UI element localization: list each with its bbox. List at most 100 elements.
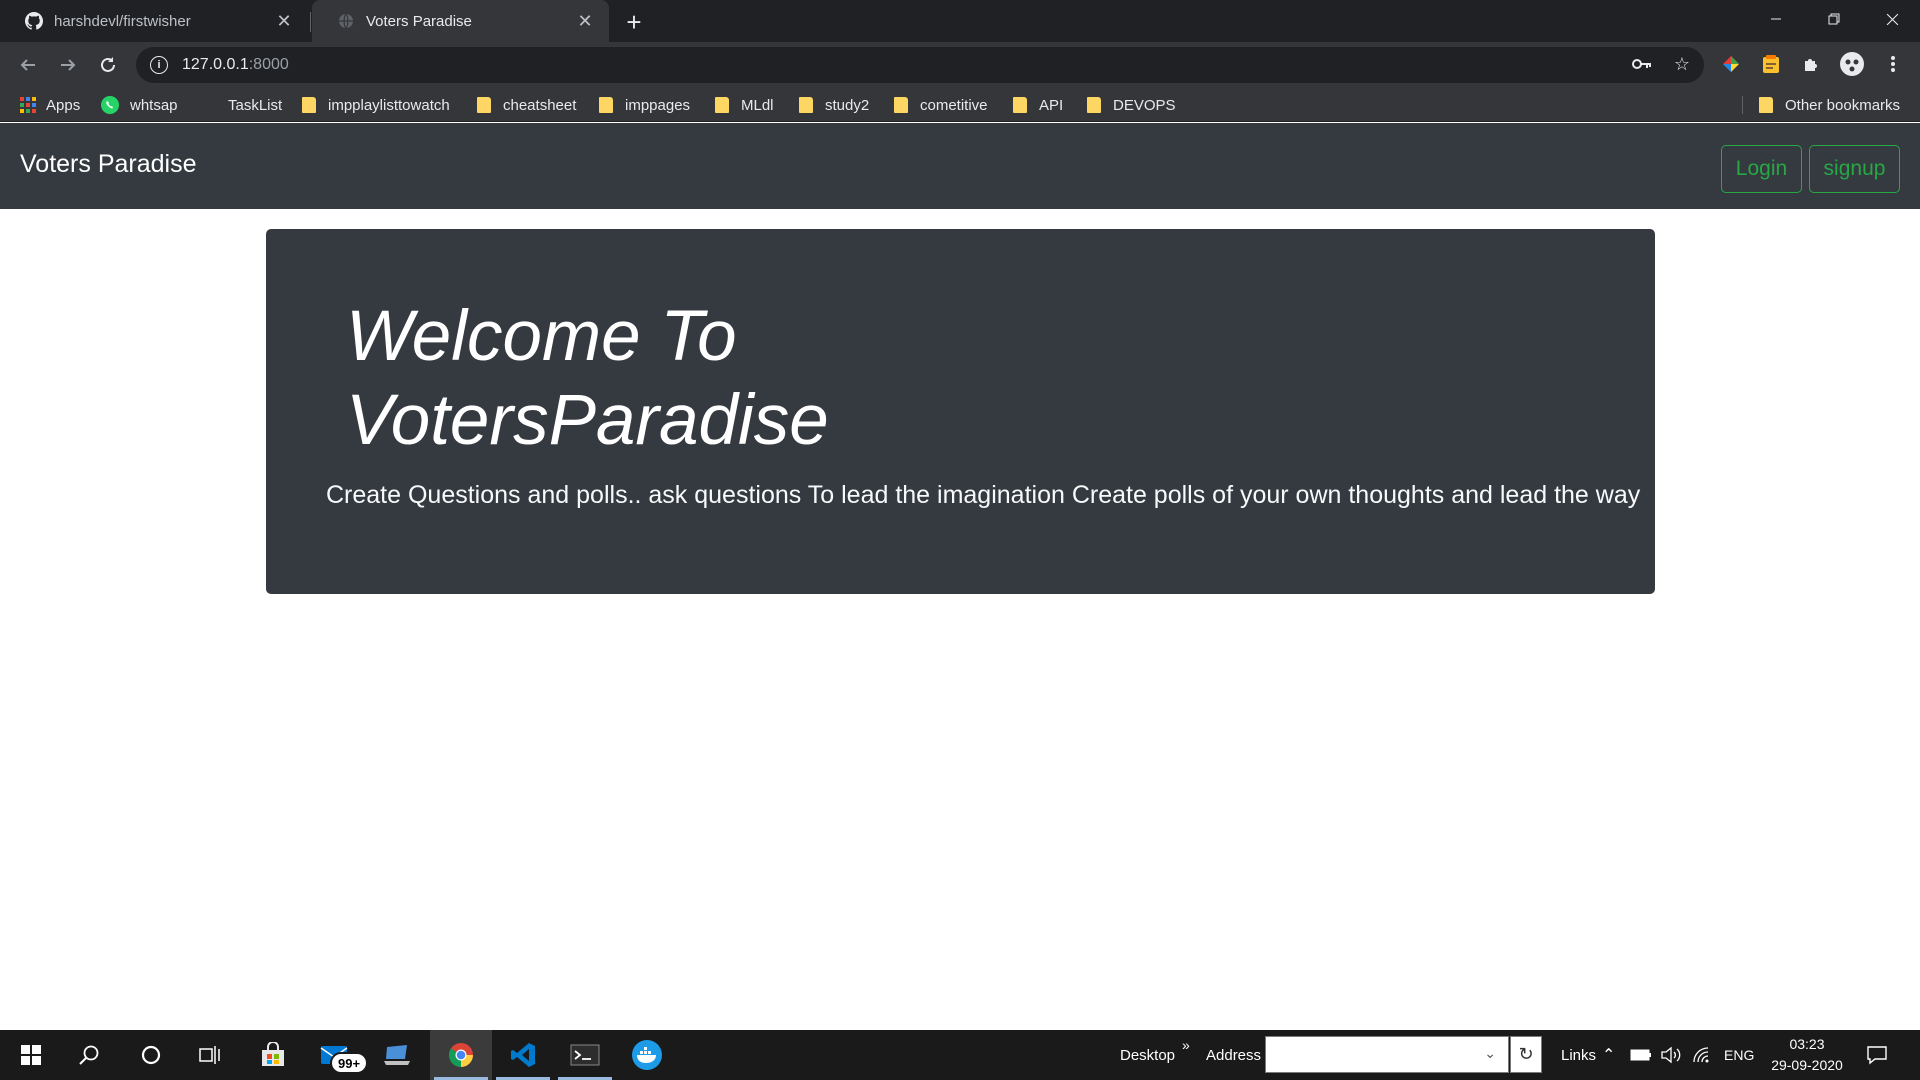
url-port: :8000: [248, 56, 289, 73]
profile-avatar[interactable]: [1838, 50, 1866, 78]
apps-grid-icon: [20, 97, 36, 113]
bookmark-label: cheatsheet: [503, 96, 577, 114]
desktop-toolbar-label[interactable]: Desktop: [1120, 1030, 1175, 1080]
new-tab-button[interactable]: +: [620, 7, 648, 37]
bookmark-folder[interactable]: imppages: [599, 88, 690, 122]
url-host: 127.0.0.1: [182, 56, 249, 73]
windows-start-icon[interactable]: [0, 1030, 62, 1080]
links-toolbar-label[interactable]: Links: [1561, 1030, 1596, 1080]
volume-icon[interactable]: [1660, 1030, 1682, 1080]
windows-taskbar: 99+ Desktop » Address ⌄ ↻ Links ⌃ ENG 03…: [0, 1030, 1920, 1080]
docker-icon[interactable]: [616, 1030, 678, 1080]
bookmark-whtsap[interactable]: whtsap: [100, 88, 178, 122]
navbar-brand[interactable]: Voters Paradise: [20, 150, 197, 179]
bookmark-folder[interactable]: impplaylisttowatch: [302, 88, 450, 122]
welcome-lead-text: Create Questions and polls.. ask questio…: [326, 481, 1641, 509]
tab-divider: [310, 12, 311, 32]
folder-icon: [799, 97, 813, 113]
globe-icon: [336, 11, 356, 31]
terminal-taskbar-icon[interactable]: [554, 1030, 616, 1080]
bookmark-folder[interactable]: cometitive: [894, 88, 988, 122]
bookmark-star-icon[interactable]: ☆: [1668, 50, 1696, 78]
vscode-taskbar-icon[interactable]: [492, 1030, 554, 1080]
action-center-icon[interactable]: [1866, 1030, 1888, 1080]
tab-github[interactable]: harshdevl/firstwisher ✕: [0, 0, 308, 42]
chevron-down-icon[interactable]: ⌄: [1484, 1045, 1496, 1062]
whatsapp-icon: [100, 95, 120, 115]
folder-icon: [894, 97, 908, 113]
bookmark-label: impplaylisttowatch: [328, 96, 450, 114]
folder-icon: [1087, 97, 1101, 113]
system-clock[interactable]: 03:23 29-09-2020: [1762, 1034, 1852, 1076]
bookmark-folder[interactable]: study2: [799, 88, 869, 122]
browser-tab-strip: harshdevl/firstwisher ✕ Voters Paradise …: [0, 0, 1920, 42]
address-input[interactable]: [1266, 1037, 1466, 1072]
language-indicator[interactable]: ENG: [1724, 1030, 1754, 1080]
address-toolbar-label: Address: [1206, 1046, 1262, 1064]
folder-icon: [1013, 97, 1027, 113]
bookmark-folder[interactable]: MLdl: [715, 88, 774, 122]
refresh-icon[interactable]: ↻: [1510, 1036, 1542, 1073]
toolbar-overflow-chevron-icon[interactable]: »: [1182, 1020, 1190, 1070]
address-bar[interactable]: i 127.0.0.1:8000: [136, 47, 1704, 83]
bookmarks-divider: [1742, 96, 1743, 114]
bookmark-other[interactable]: Other bookmarks: [1759, 88, 1900, 122]
bookmark-label: study2: [825, 96, 870, 114]
address-toolbar-field[interactable]: ⌄: [1265, 1036, 1509, 1073]
minimize-button[interactable]: [1748, 0, 1804, 38]
bookmark-label: DEVOPS: [1113, 96, 1176, 114]
task-view-icon[interactable]: [180, 1030, 242, 1080]
bookmark-label: Other bookmarks: [1785, 96, 1901, 114]
search-icon[interactable]: [58, 1030, 120, 1080]
bookmark-label: whtsap: [130, 96, 178, 114]
chevron-up-icon[interactable]: ⌃: [1602, 1030, 1615, 1080]
bookmark-label: Apps: [46, 96, 81, 114]
bookmark-label: API: [1039, 96, 1064, 114]
close-tab-icon[interactable]: ✕: [274, 11, 294, 31]
chrome-taskbar-icon[interactable]: [430, 1030, 492, 1080]
color-picker-extension-icon[interactable]: [1720, 53, 1742, 75]
bookmark-folder[interactable]: DEVOPS: [1087, 88, 1176, 122]
site-info-icon[interactable]: i: [150, 56, 168, 74]
welcome-title: Welcome To VotersParadise: [346, 297, 829, 460]
bookmark-label: imppages: [625, 96, 691, 114]
clock-date: 29-09-2020: [1771, 1057, 1843, 1073]
folder-icon: [477, 97, 491, 113]
forward-button[interactable]: [52, 49, 84, 81]
mail-unread-badge: 99+: [330, 1052, 369, 1074]
login-button[interactable]: Login: [1721, 145, 1802, 193]
bookmark-label: MLdl: [741, 96, 774, 114]
notes-extension-icon[interactable]: [1760, 53, 1782, 75]
folder-icon: [599, 97, 613, 113]
bookmark-folder[interactable]: cheatsheet: [477, 88, 576, 122]
battery-icon[interactable]: [1630, 1030, 1652, 1080]
bookmark-label: cometitive: [920, 96, 988, 114]
restore-button[interactable]: [1806, 0, 1862, 38]
chrome-menu-icon[interactable]: [1882, 53, 1904, 75]
bookmarks-bar: Apps whtsap TaskList impplaylisttowatch …: [0, 88, 1920, 122]
site-navbar: Voters Paradise Login signup: [0, 123, 1920, 209]
tab-voters-paradise[interactable]: Voters Paradise ✕: [312, 0, 609, 42]
bookmark-folder[interactable]: API: [1013, 88, 1063, 122]
key-icon[interactable]: [1628, 50, 1656, 78]
wifi-icon[interactable]: [1692, 1030, 1712, 1080]
bookmark-apps[interactable]: Apps: [20, 88, 80, 122]
close-tab-icon[interactable]: ✕: [575, 11, 595, 31]
reload-button[interactable]: [92, 49, 124, 81]
folder-icon: [715, 97, 729, 113]
store-icon[interactable]: [242, 1030, 304, 1080]
tab-title: Voters Paradise: [366, 12, 472, 30]
back-button[interactable]: [12, 49, 44, 81]
laptop-app-icon[interactable]: [366, 1030, 428, 1080]
bookmark-label: TaskList: [228, 96, 283, 114]
welcome-jumbotron: Welcome To VotersParadise Create Questio…: [266, 229, 1655, 594]
signup-button[interactable]: signup: [1809, 145, 1900, 193]
cortana-icon[interactable]: [120, 1030, 182, 1080]
tab-title: harshdevl/firstwisher: [54, 12, 191, 30]
extensions-puzzle-icon[interactable]: [1800, 53, 1822, 75]
close-window-button[interactable]: [1864, 0, 1920, 38]
clock-time: 03:23: [1789, 1036, 1825, 1052]
browser-toolbar: i 127.0.0.1:8000 ☆: [0, 42, 1920, 88]
bookmark-tasklist[interactable]: TaskList: [228, 88, 282, 122]
github-icon: [24, 11, 44, 31]
